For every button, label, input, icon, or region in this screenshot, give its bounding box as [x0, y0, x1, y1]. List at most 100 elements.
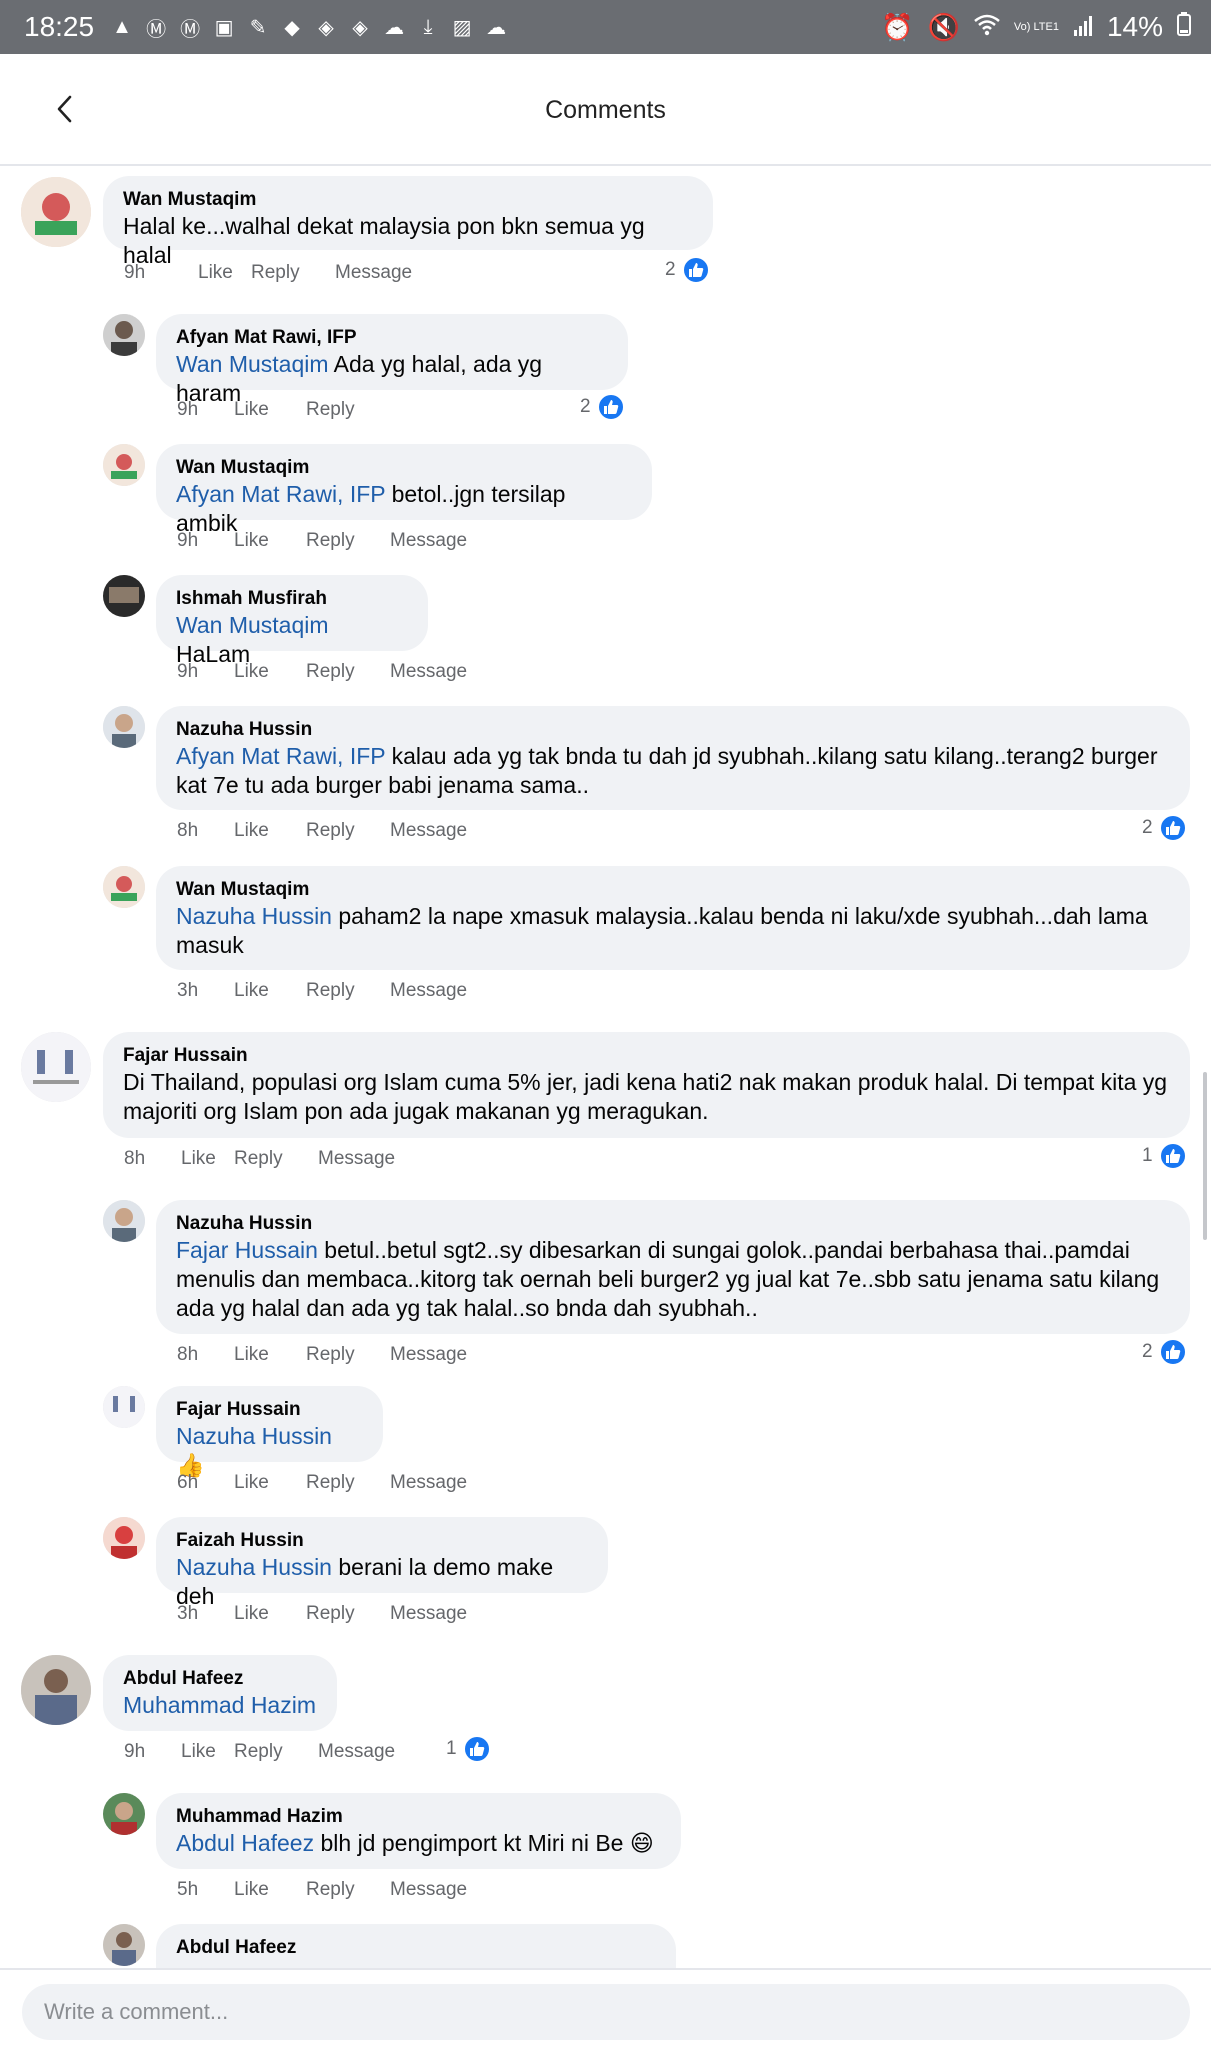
comment-author[interactable]: Ishmah Musfirah [176, 587, 408, 611]
message-button[interactable]: Message [390, 980, 467, 1002]
mention-link[interactable]: Wan Mustaqim [176, 351, 329, 377]
comment-author[interactable]: Nazuha Hussin [176, 1212, 1170, 1236]
comment-text: Fajar Hussain betul..betul sgt2..sy dibe… [176, 1236, 1170, 1265]
reply-button[interactable]: Reply [306, 1603, 390, 1625]
comment-author[interactable]: Wan Mustaqim [176, 878, 1170, 902]
reaction-count[interactable]: 2 [1142, 1338, 1187, 1366]
avatar[interactable] [103, 1386, 145, 1428]
comment-author[interactable]: Wan Mustaqim [123, 188, 693, 212]
reply-comment: Ishmah Musfirah Wan Mustaqim HaLam 9h Li… [0, 561, 1211, 692]
comment-author[interactable]: Nazuha Hussin [176, 718, 1170, 742]
avatar[interactable] [103, 1517, 145, 1559]
reply-button[interactable]: Reply [306, 399, 355, 421]
avatar[interactable] [103, 575, 145, 617]
message-button[interactable]: Message [390, 1472, 467, 1494]
cloud-icon: ☁ [486, 16, 507, 39]
reaction-count[interactable]: 1 [446, 1735, 491, 1763]
reply-button[interactable]: Reply [306, 661, 390, 683]
avatar[interactable] [21, 1655, 91, 1725]
calendar-icon: ▣ [214, 16, 234, 39]
reply-button[interactable]: Reply [306, 1879, 390, 1901]
mention-link[interactable]: Afyan Mat Rawi, IFP [176, 743, 385, 769]
comment-bubble: Abdul Hafeez Muhammad Hazim [103, 1655, 337, 1731]
avatar[interactable] [103, 866, 145, 908]
comment-author[interactable]: Muhammad Hazim [176, 1805, 661, 1829]
message-button[interactable]: Message [390, 820, 467, 842]
message-button[interactable]: Message [318, 1741, 395, 1763]
like-button[interactable]: Like [234, 1344, 306, 1366]
thumbs-up-icon [681, 256, 710, 284]
comment-time: 9h [124, 1741, 146, 1762]
message-button[interactable]: Message [390, 661, 467, 683]
reply-button[interactable]: Reply [234, 1741, 318, 1763]
mention-link[interactable]: Nazuha Hussin [176, 1423, 332, 1449]
mention-link[interactable]: Nazuha Hussin [176, 1554, 332, 1580]
comment-text: Di Thailand, populasi org Islam cuma 5% … [123, 1069, 1168, 1095]
thumbs-up-icon [1158, 1142, 1187, 1170]
like-button[interactable]: Like [234, 820, 306, 842]
comment-author[interactable]: Abdul Hafeez [176, 1936, 656, 1960]
comment-text-line: kat 7e tu ada burger babi jenama sama.. [176, 772, 589, 798]
message-button[interactable]: Message [318, 1148, 395, 1170]
reaction-count[interactable]: 2 [1142, 814, 1187, 842]
like-button[interactable]: Like [234, 1472, 306, 1494]
comment-bubble: Nazuha Hussin Fajar Hussain betul..betul… [156, 1200, 1190, 1334]
thumbs-up-icon [1158, 814, 1187, 842]
like-button[interactable]: Like [234, 661, 306, 683]
avatar[interactable] [21, 177, 91, 247]
avatar[interactable] [103, 1924, 145, 1966]
like-button[interactable]: Like [234, 399, 306, 421]
like-button[interactable]: Like [181, 1741, 234, 1763]
comment-author[interactable]: Wan Mustaqim [176, 456, 632, 480]
like-button[interactable]: Like [234, 530, 306, 552]
mention-link[interactable]: Nazuha Hussin [176, 903, 332, 929]
like-button[interactable]: Like [234, 1603, 306, 1625]
reply-comment: Abdul Hafeez [0, 1910, 1211, 1968]
comment-bubble: Afyan Mat Rawi, IFP Wan Mustaqim Ada yg … [156, 314, 628, 406]
reply-comment: Nazuha Hussin Fajar Hussain betul..betul… [0, 1184, 1211, 1372]
reply-button[interactable]: Reply [306, 1472, 390, 1494]
message-button[interactable]: Message [335, 262, 412, 284]
reaction-count[interactable]: 2 [580, 393, 625, 421]
comment-text: Abdul Hafeez blh jd pengimport kt Miri n… [176, 1829, 661, 1858]
write-comment-input[interactable]: Write a comment... [22, 1984, 1190, 2040]
download-icon: ⤓ [423, 15, 433, 38]
message-button[interactable]: Message [390, 1344, 467, 1366]
like-button[interactable]: Like [234, 980, 306, 1002]
comment-author[interactable]: Abdul Hafeez [123, 1667, 317, 1691]
comment-actions: 8h Like Reply Message [177, 820, 467, 842]
reaction-count[interactable]: 2 [665, 256, 710, 284]
avatar[interactable] [103, 706, 145, 748]
reply-button[interactable]: Reply [234, 1148, 318, 1170]
reply-button[interactable]: Reply [306, 1344, 390, 1366]
reaction-count[interactable]: 1 [1142, 1142, 1187, 1170]
avatar[interactable] [21, 1032, 91, 1102]
mention-link[interactable]: Afyan Mat Rawi, IFP [176, 481, 385, 507]
comment-list[interactable]: Wan Mustaqim Halal ke...walhal dekat mal… [0, 168, 1211, 1968]
mention-link[interactable]: Wan Mustaqim [176, 612, 329, 638]
scrollbar[interactable] [1203, 1072, 1207, 1240]
like-button[interactable]: Like [234, 1879, 306, 1901]
like-button[interactable]: Like [181, 1148, 234, 1170]
reply-button[interactable]: Reply [306, 820, 390, 842]
avatar[interactable] [103, 444, 145, 486]
message-button[interactable]: Message [390, 1879, 467, 1901]
like-button[interactable]: Like [198, 262, 251, 284]
reply-button[interactable]: Reply [306, 530, 390, 552]
mention-link[interactable]: Abdul Hafeez [176, 1830, 314, 1856]
message-button[interactable]: Message [390, 1603, 467, 1625]
mention-link[interactable]: Muhammad Hazim [123, 1692, 316, 1718]
thumbs-up-icon [1158, 1338, 1187, 1366]
comment-author[interactable]: Fajar Hussain [123, 1044, 1170, 1068]
reply-button[interactable]: Reply [306, 980, 390, 1002]
reply-button[interactable]: Reply [251, 262, 335, 284]
mention-link[interactable]: Fajar Hussain [176, 1237, 318, 1263]
comment-bubble: Faizah Hussin Nazuha Hussin berani la de… [156, 1517, 608, 1609]
comment-author[interactable]: Afyan Mat Rawi, IFP [176, 326, 608, 350]
message-button[interactable]: Message [390, 530, 467, 552]
comment-author[interactable]: Fajar Hussain [176, 1398, 363, 1422]
avatar[interactable] [103, 1200, 145, 1242]
avatar[interactable] [103, 314, 145, 356]
comment-author[interactable]: Faizah Hussin [176, 1529, 588, 1553]
avatar[interactable] [103, 1793, 145, 1835]
